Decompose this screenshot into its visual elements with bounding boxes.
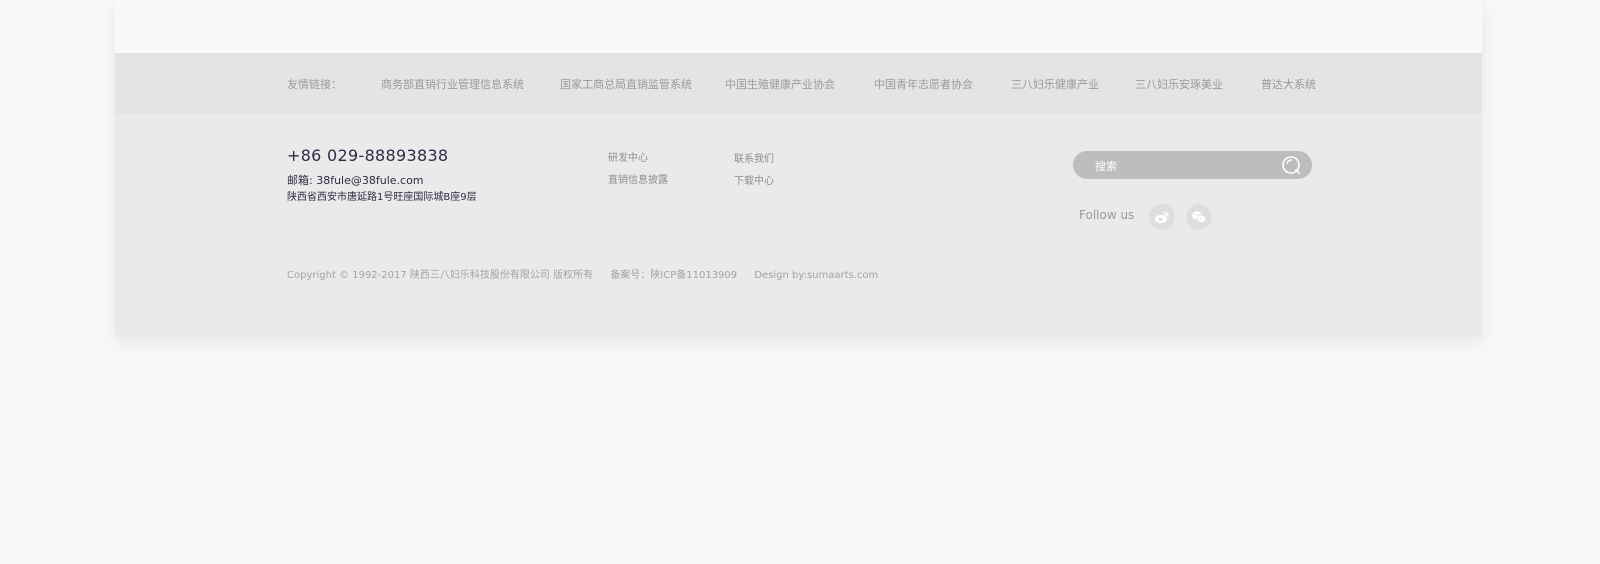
wechat-icon [1192, 211, 1207, 223]
footer-link-disclosure[interactable]: 直销信息披露 [608, 171, 668, 186]
footer-link-rd-center[interactable]: 研发中心 [608, 149, 648, 164]
contact-email: 邮箱: 38fule@38fule.com [287, 174, 424, 187]
footer-link-contact-us[interactable]: 联系我们 [734, 150, 774, 165]
weibo-button[interactable] [1149, 204, 1175, 230]
search-box [1073, 151, 1312, 179]
friend-link-mofcom[interactable]: 商务部直销行业管理信息系统 [381, 76, 524, 92]
contact-address: 陕西省西安市唐延路1号旺座国际城B座9层 [287, 192, 477, 203]
weibo-icon [1155, 211, 1169, 223]
follow-us-label: Follow us [1079, 208, 1135, 222]
icp-record: 备案号：陕ICP备11013909 [610, 270, 738, 281]
copyright-text: Copyright © 1992-2017 陕西三八妇乐科技股份有限公司 版权所… [287, 270, 594, 281]
wechat-button[interactable] [1186, 204, 1212, 230]
content-area-bottom [115, 0, 1482, 53]
page-card: 友情链接： 商务部直销行业管理信息系统 国家工商总局直销监管系统 中国生殖健康产… [115, 0, 1482, 337]
footer-link-download-center[interactable]: 下载中心 [734, 172, 774, 187]
friend-link-saic[interactable]: 国家工商总局直销监管系统 [560, 76, 692, 92]
search-icon [1282, 156, 1300, 174]
contact-phone: +86 029-88893838 [287, 146, 449, 165]
friend-links-bar: 友情链接： 商务部直销行业管理信息系统 国家工商总局直销监管系统 中国生殖健康产… [115, 53, 1482, 114]
friend-link-youth-volunteers[interactable]: 中国青年志愿者协会 [874, 76, 973, 92]
search-button[interactable] [1281, 155, 1301, 175]
main-footer: +86 029-88893838 邮箱: 38fule@38fule.com 陕… [115, 114, 1482, 337]
search-input[interactable] [1093, 157, 1277, 175]
design-credit: Design by:sumaarts.com [754, 270, 879, 281]
copyright-row: Copyright © 1992-2017 陕西三八妇乐科技股份有限公司 版权所… [287, 266, 892, 281]
friend-link-38fule-health[interactable]: 三八妇乐健康产业 [1011, 76, 1099, 92]
friend-link-38fule-beauty[interactable]: 三八妇乐安琢美业 [1135, 76, 1223, 92]
friend-link-puda-system[interactable]: 普达大系统 [1261, 76, 1316, 92]
friend-links-label: 友情链接： [287, 78, 342, 91]
friend-link-reproductive-health[interactable]: 中国生殖健康产业协会 [725, 76, 835, 92]
